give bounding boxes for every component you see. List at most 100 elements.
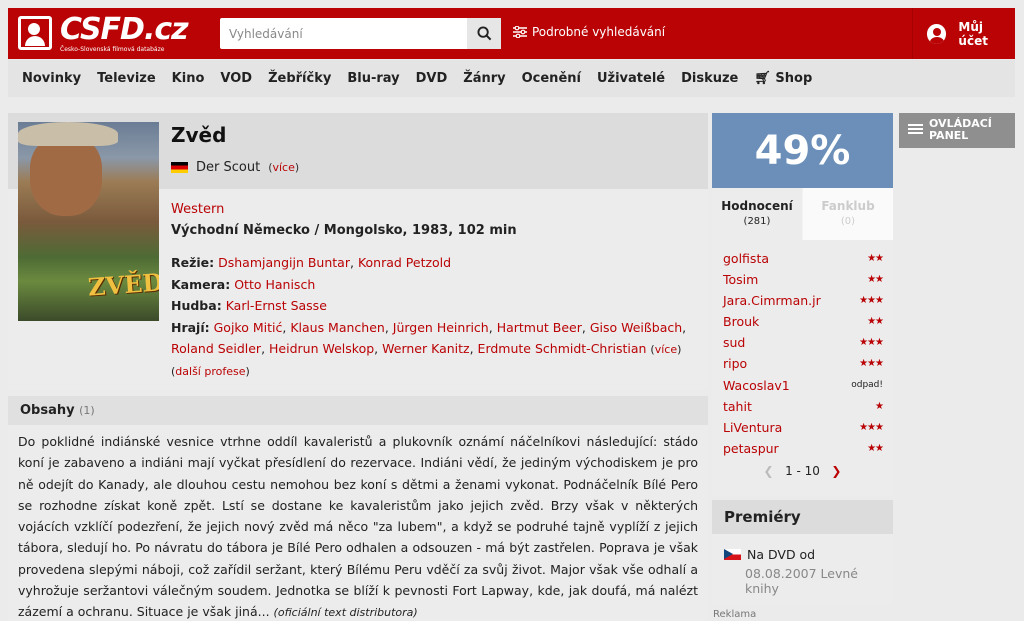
film-genre[interactable]: Western: [171, 202, 224, 217]
cast-link[interactable]: Jürgen Heinrich: [393, 320, 489, 335]
logo-subtitle: Česko-Slovenská filmová databáze: [60, 46, 165, 53]
plot-body: Do poklidné indiánské vesnice vtrhne odd…: [8, 425, 708, 621]
rating-row: tahit ★: [712, 396, 893, 417]
rating-user-link[interactable]: LiVentura: [723, 420, 782, 435]
rating-row: Jara.Cimrman.jr ★★★: [712, 290, 893, 311]
cast-link[interactable]: Hartmut Beer: [497, 320, 582, 335]
nav-diskuze[interactable]: Diskuze: [681, 71, 738, 86]
tab-ratings-count: (281): [743, 216, 771, 227]
director-link[interactable]: Konrad Petzold: [358, 255, 451, 270]
original-title-text: Der Scout: [196, 160, 261, 175]
search-input[interactable]: [220, 18, 466, 49]
more-professions-link[interactable]: (další profese): [171, 361, 701, 383]
advanced-search-link[interactable]: Podrobné vyhledávání: [513, 25, 665, 39]
cast-link[interactable]: Erdmute Schmidt-Christian: [478, 341, 647, 356]
rating-user-link[interactable]: Jara.Cimrman.jr: [723, 293, 821, 308]
filter-icon: [513, 26, 527, 38]
rating-user-link[interactable]: tahit: [723, 399, 752, 414]
cast-label: Hrají:: [171, 319, 210, 335]
rating-row: sud ★★★: [712, 332, 893, 353]
film-poster[interactable]: ZVĚD: [18, 122, 159, 321]
rating-user-link[interactable]: petaspur: [723, 441, 779, 456]
rating-row: Wacoslav1 odpad!: [712, 375, 893, 396]
nav-bluray[interactable]: Blu-ray: [347, 71, 399, 86]
music-link[interactable]: Karl-Ernst Sasse: [226, 298, 327, 313]
rating-stars-icon: ★: [875, 400, 884, 412]
nav-uzivatele[interactable]: Uživatelé: [597, 71, 665, 86]
pager-prev-icon[interactable]: ❮: [764, 464, 774, 478]
nav-shop[interactable]: 🛒︎ Shop: [754, 71, 812, 86]
more-cast-link[interactable]: (více): [650, 343, 681, 356]
plot-text: Do poklidné indiánské vesnice vtrhne odd…: [18, 434, 698, 620]
film-crew: Režie: Dshamjangijn Buntar, Konrad Petzo…: [171, 252, 701, 382]
nav-oceneni[interactable]: Ocenění: [522, 71, 581, 86]
czech-flag-icon: [724, 549, 741, 560]
ad-label: Reklama: [713, 609, 757, 620]
rating-score: 49%: [712, 113, 893, 188]
plot-heading: Obsahy (1): [8, 396, 708, 425]
cast-link[interactable]: Werner Kanitz: [382, 341, 469, 356]
original-title: Der Scout (více): [171, 160, 299, 175]
rating-user-link[interactable]: Wacoslav1: [723, 378, 790, 393]
logo-text: CSFD.cz: [60, 12, 189, 47]
film-title: Zvěd: [171, 123, 227, 147]
plot-count: (1): [79, 404, 95, 417]
music-row: Hudba: Karl-Ernst Sasse: [171, 295, 701, 317]
cast-row: Hrají: Gojko Mitić, Klaus Manchen, Jürge…: [171, 319, 687, 357]
rating-user-link[interactable]: golfista: [723, 251, 769, 266]
plot-heading-label: Obsahy: [20, 403, 75, 418]
nav-novinky[interactable]: Novinky: [22, 71, 81, 86]
poster-title: ZVĚD: [87, 267, 159, 302]
rating-user-link[interactable]: Brouk: [723, 314, 759, 329]
nav-vod[interactable]: VOD: [220, 71, 252, 86]
pager-next-icon[interactable]: ❯: [831, 464, 841, 478]
rating-user-link[interactable]: sud: [723, 335, 745, 350]
rating-stars-icon: ★★★: [859, 421, 884, 433]
rating-user-link[interactable]: Tosim: [723, 272, 758, 287]
plot-section: Obsahy (1) Do poklidné indiánské vesnice…: [8, 396, 708, 621]
more-titles-label: více: [272, 161, 295, 174]
cast-link[interactable]: Gojko Mitić: [214, 320, 283, 335]
user-icon: [927, 23, 947, 44]
more-titles-link[interactable]: (více): [268, 161, 299, 174]
account-button[interactable]: Můj účet: [912, 8, 1015, 59]
rating-stars-icon: ★★★: [859, 337, 884, 349]
control-panel-button[interactable]: OVLÁDACÍ PANEL: [899, 113, 1015, 148]
menu-icon: [908, 124, 923, 126]
director-link[interactable]: Dshamjangijn Buntar: [218, 255, 350, 270]
tab-fanclub[interactable]: Fanklub (0): [803, 188, 893, 240]
nav-televize[interactable]: Televize: [97, 71, 156, 86]
rating-user-link[interactable]: ripo: [723, 356, 747, 371]
nav-zanry[interactable]: Žánry: [463, 71, 505, 86]
ratings-list: golfista ★★ Tosim ★★ Jara.Cimrman.jr ★★★ Brouk…: [712, 240, 893, 496]
site-logo[interactable]: CSFD.cz Česko-Slovenská filmová databáze: [18, 12, 189, 54]
search-box: [220, 18, 501, 49]
camera-link[interactable]: Otto Hanisch: [234, 277, 315, 292]
rating-stars-icon: ★★: [867, 274, 884, 286]
cast-link[interactable]: Klaus Manchen: [290, 320, 385, 335]
main-nav: Novinky Televize Kino VOD Žebříčky Blu-r…: [8, 60, 1015, 97]
nav-dvd[interactable]: DVD: [416, 71, 448, 86]
directors-label: Režie:: [171, 255, 215, 270]
nav-kino[interactable]: Kino: [172, 71, 205, 86]
more-cast-label: více: [654, 343, 678, 356]
premiere-detail: 08.08.2007 Levné knihy: [745, 566, 858, 596]
rating-row: petaspur ★★: [712, 438, 893, 459]
search-button[interactable]: [467, 18, 501, 49]
rating-stars-icon: ★★: [867, 442, 884, 454]
more-professions-label: další profese: [175, 364, 246, 378]
account-label: Můj účet: [958, 19, 988, 48]
tab-ratings-label: Hodnocení: [721, 199, 793, 213]
film-info: ZVĚD Zvěd Der Scout (více) Western Výcho…: [8, 113, 708, 390]
cast-link[interactable]: Roland Seidler: [171, 341, 261, 356]
tab-fanclub-label: Fanklub: [821, 199, 875, 213]
cast-link[interactable]: Heidrun Welskop: [269, 341, 374, 356]
ratings-pager: ❮ 1 - 10 ❯: [712, 464, 893, 478]
cast-link[interactable]: Giso Weißbach: [590, 320, 682, 335]
rating-row: LiVentura ★★★: [712, 417, 893, 438]
nav-zebricky[interactable]: Žebříčky: [268, 71, 331, 86]
camera-row: Kamera: Otto Hanisch: [171, 274, 701, 296]
rating-stars-icon: ★★★: [859, 358, 884, 370]
rating-row: golfista ★★: [712, 248, 893, 269]
tab-ratings[interactable]: Hodnocení (281): [712, 188, 802, 240]
